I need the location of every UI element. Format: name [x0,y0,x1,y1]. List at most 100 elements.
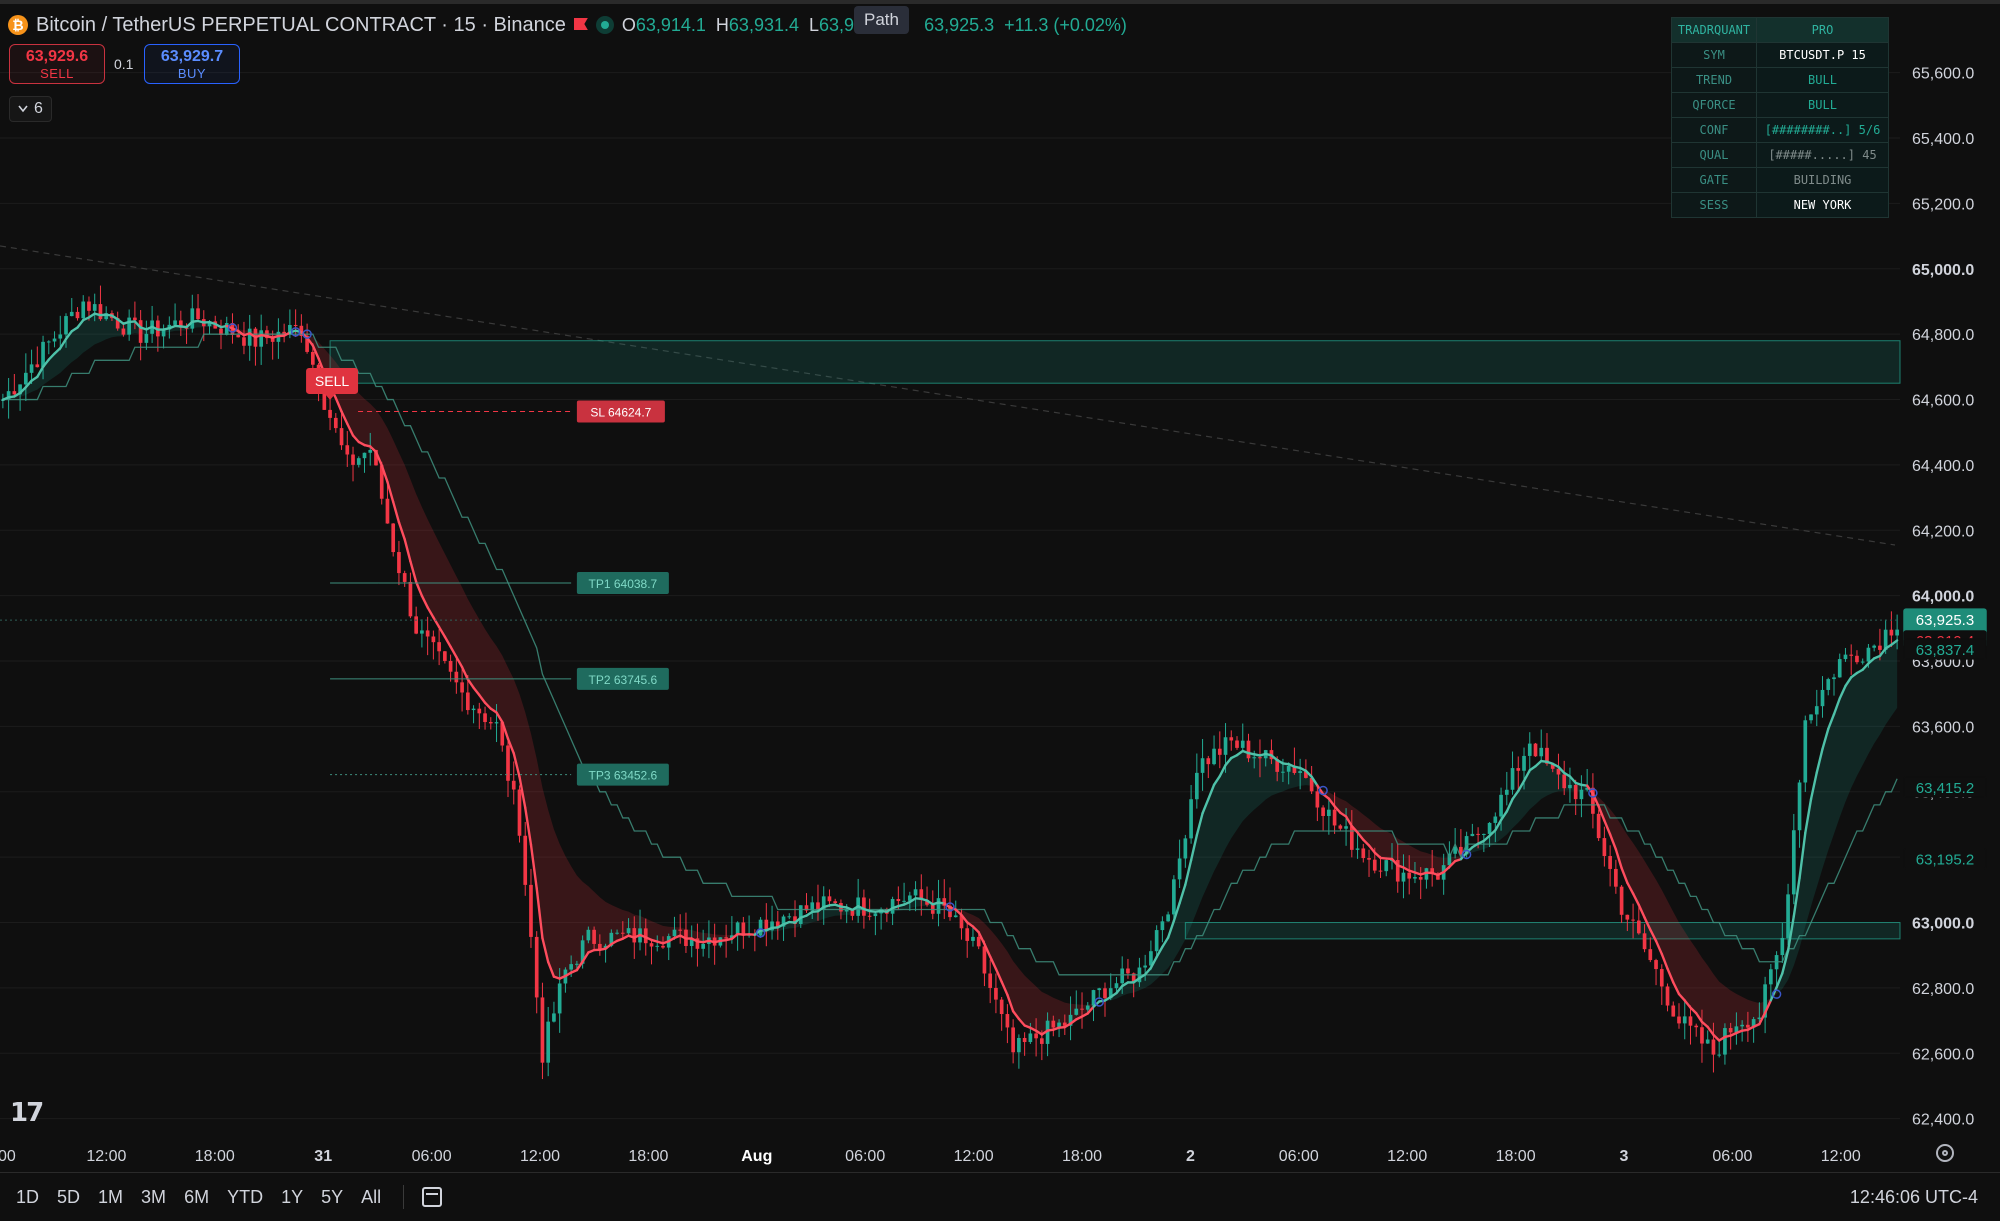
price-tick-label: 64,000.0 [1912,589,1974,606]
panel-key: QUAL [1672,143,1757,168]
time-tick-label: 06:00 [1279,1148,1319,1165]
candle-body [1568,785,1572,788]
panel-value: [########..] 5/6 [1757,118,1889,143]
candle-body [1120,969,1124,984]
candle-body [357,458,361,465]
candle-body [518,790,522,836]
tp-tag[interactable]: TP3 63452.6 [577,764,669,786]
panel-key: CONF [1672,118,1757,143]
range-1y[interactable]: 1Y [281,1187,303,1208]
candle-body [1241,741,1245,748]
candle-body [724,937,728,938]
price-tick-label: 63,600.0 [1912,719,1974,736]
candle-body [1350,826,1354,850]
buy-button[interactable]: 63,929.7 BUY [144,44,240,84]
candle-body [1471,834,1475,836]
candle-body [47,341,51,342]
price-marker-2[interactable]: 63,415.2 [1904,777,1986,797]
range-5d[interactable]: 5D [57,1187,80,1208]
candle-body [1252,757,1256,758]
candle-body [1826,679,1830,690]
range-5y[interactable]: 5Y [321,1187,343,1208]
candle-body [1298,771,1302,773]
candle-body [701,944,705,949]
candle-body [30,364,34,372]
range-all[interactable]: All [361,1187,381,1208]
candle-body [1683,1016,1687,1023]
time-axis-layer: 0012:0018:003106:0012:0018:00Aug06:0012:… [0,1148,1861,1165]
price-tick-label: 65,200.0 [1912,196,1974,213]
range-1d[interactable]: 1D [16,1187,39,1208]
candle-body [902,901,906,902]
candle-body [552,1013,556,1021]
tp-tag-label: TP1 64038.7 [589,577,658,591]
candle-body [1603,838,1607,856]
gear-icon[interactable] [1936,1144,1954,1162]
calendar-icon[interactable] [422,1187,442,1207]
candle-body [139,320,143,343]
candle-body [76,312,80,318]
panel-row: SESSNEW YORK [1672,193,1889,218]
candle-body [58,334,62,338]
tp-tag[interactable]: TP1 64038.7 [577,572,669,594]
chevron-down-icon [18,105,28,113]
candle-body [1172,879,1176,914]
signals-layer: SELLSL 64624.7TP1 64038.7TP2 63745.6TP3 … [0,368,1900,786]
candle-body [1218,749,1222,755]
market-status-icon[interactable] [596,16,614,34]
candle-body [70,312,74,316]
candle-body [1666,986,1670,1005]
range-6m[interactable]: 6M [184,1187,209,1208]
range-1m[interactable]: 1M [98,1187,123,1208]
candle-body [569,964,573,969]
candle-body [24,373,28,385]
candle-body [523,836,527,885]
price-marker-3[interactable]: 63,195.2 [1904,849,1986,869]
candle-body [259,330,263,346]
candle-body [1838,659,1842,677]
candle-body [1327,810,1331,816]
price-tick-label: 65,600.0 [1912,66,1974,83]
candle-body [1493,817,1497,823]
candle-body [1769,969,1773,984]
price-marker-1[interactable]: 63,837.4 [1904,639,1986,659]
change-value: +11.3 (+0.02%) [1004,15,1127,36]
candle-body [1694,1026,1698,1028]
candle-body [828,896,832,901]
flag-icon[interactable] [574,18,588,32]
candle-body [1637,921,1641,934]
candle-body [1316,791,1320,807]
candle-body [1574,785,1578,799]
candle-body [1643,933,1647,949]
candle-body [483,713,487,722]
panel-value: BULL [1757,93,1889,118]
candle-body [455,672,459,683]
candle-body [1247,741,1251,759]
candle-body [627,928,631,933]
symbol-title[interactable]: Bitcoin / TetherUS PERPETUAL CONTRACT · … [36,14,566,37]
clock[interactable]: 12:46:06 UTC-4 [1850,1187,1978,1208]
candle-body [340,428,344,445]
candle-body [1528,744,1532,756]
range-3m[interactable]: 3M [141,1187,166,1208]
candle-body [133,318,137,321]
candle-body [1029,1033,1033,1042]
candle-body [81,302,85,319]
sl-tag[interactable]: SL 64624.7 [577,400,665,422]
price-tick-label: 64,800.0 [1912,327,1974,344]
candle-body [1333,810,1337,826]
open-label: O [622,15,636,35]
candle-body [1872,646,1876,648]
candle-body [432,637,436,643]
indicators-toggle[interactable]: 6 [9,96,52,122]
candle-body [546,1022,550,1063]
buy-price: 63,929.7 [145,48,239,65]
candle-body [971,937,975,941]
candle-body [1539,748,1543,756]
candle-body [655,946,659,947]
candle-body [363,453,367,458]
tp-tag[interactable]: TP2 63745.6 [577,668,669,690]
candle-body [1689,1016,1693,1025]
range-ytd[interactable]: YTD [227,1187,263,1208]
sell-button[interactable]: 63,929.6 SELL [9,44,105,84]
